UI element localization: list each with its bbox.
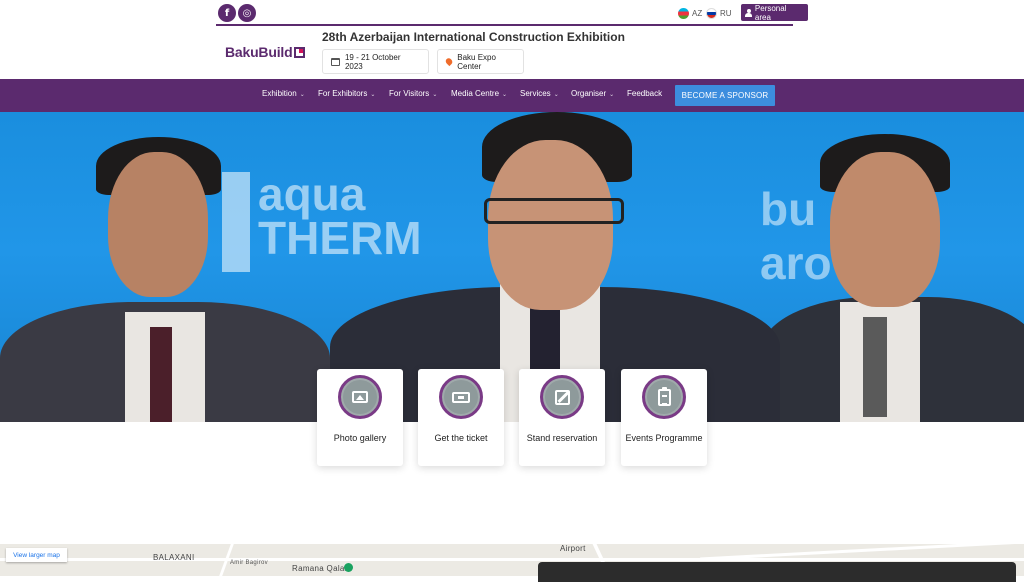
nav-item-exhibition[interactable]: Exhibition ⌄	[262, 79, 305, 112]
logo-text: BakuBuild	[225, 44, 293, 60]
personal-area-button[interactable]: Personal area	[741, 3, 808, 22]
language-az-label: AZ	[692, 9, 703, 18]
language-ru[interactable]: RU	[706, 8, 732, 19]
get-ticket-label: Get the ticket	[434, 433, 488, 443]
hero-background-text-line: aro	[760, 237, 832, 289]
calendar-icon	[331, 57, 340, 66]
logo-mark-icon	[294, 46, 306, 58]
become-sponsor-button[interactable]: BECOME A SPONSOR	[675, 85, 775, 106]
photo-icon	[352, 391, 368, 403]
chevron-down-icon: ⌄	[432, 92, 438, 98]
nav-item-label: Media Centre	[451, 89, 500, 98]
chevron-down-icon: ⌄	[299, 92, 305, 98]
stand-reservation-label: Stand reservation	[526, 433, 598, 443]
map-label-airport: Airport	[560, 544, 586, 553]
hero-background-text-line: THERM	[258, 212, 422, 264]
photo-gallery-icon-circle	[338, 375, 382, 419]
photo-gallery-card[interactable]: Photo gallery	[317, 369, 403, 466]
nav-item-services[interactable]: Services ⌄	[520, 79, 559, 112]
view-larger-map-link[interactable]: View larger map	[6, 548, 67, 562]
language-ru-label: RU	[720, 9, 732, 18]
russia-flag-icon	[706, 8, 717, 19]
nav-item-label: Organiser	[571, 89, 607, 98]
user-icon	[745, 8, 752, 17]
exhibition-date: 19 - 21 October 2023	[322, 49, 429, 74]
hero-background-bar	[222, 172, 250, 272]
hero-background-text-right: bu aro	[760, 182, 832, 290]
get-ticket-icon-circle	[439, 375, 483, 419]
exhibition-date-text: 19 - 21 October 2023	[344, 52, 401, 71]
facebook-icon[interactable]: f	[218, 4, 236, 22]
chevron-down-icon: ⌄	[553, 92, 559, 98]
stand-reservation-card[interactable]: Stand reservation	[519, 369, 605, 466]
site-logo[interactable]: BakuBuild	[225, 44, 306, 60]
exhibition-title: 28th Azerbaijan International Constructi…	[322, 30, 625, 44]
chevron-down-icon: ⌄	[370, 92, 376, 98]
ticket-icon	[452, 391, 470, 403]
top-bar: f ◎ AZ RU Personal area	[216, 2, 808, 24]
location-pin-icon	[444, 56, 454, 67]
stand-reservation-icon-circle	[540, 375, 584, 419]
exhibition-venue-text: Baku Expo Center	[457, 52, 496, 71]
language-az[interactable]: AZ	[678, 8, 702, 19]
nav-item-label: Feedback	[627, 89, 663, 98]
clipboard-icon	[657, 386, 671, 406]
map-overlay-panel	[538, 562, 1016, 582]
azerbaijan-flag-icon	[678, 8, 689, 19]
photo-gallery-label: Photo gallery	[333, 433, 387, 443]
map-label-ramana-qalasi: Ramana Qalası	[292, 564, 352, 573]
events-programme-icon-circle	[642, 375, 686, 419]
map-place-pin-icon[interactable]	[344, 563, 353, 572]
map-label-amir-bagirov: Amir Bagirov	[230, 560, 268, 566]
nav-item-label: Exhibition	[262, 89, 297, 98]
chevron-down-icon: ⌄	[609, 92, 615, 98]
nav-item-for-visitors[interactable]: For Visitors ⌄	[389, 79, 437, 112]
nav-item-feedback[interactable]: Feedback	[627, 79, 662, 112]
nav-item-label: For Visitors	[389, 89, 430, 98]
personal-area-label: Personal area	[754, 3, 787, 22]
nav-item-label: Services	[520, 89, 551, 98]
edit-icon	[554, 389, 570, 405]
exhibition-venue[interactable]: Baku Expo Center	[437, 49, 524, 74]
events-programme-label: Events Programme	[625, 433, 703, 443]
get-ticket-card[interactable]: Get the ticket	[418, 369, 504, 466]
instagram-icon[interactable]: ◎	[238, 4, 256, 22]
map-label-balaxani: BALAXANI	[153, 553, 195, 562]
hero-banner: aqua THERM bu aro	[0, 112, 1024, 422]
hero-background-text-line: bu	[760, 183, 817, 235]
nav-item-label: For Exhibitors	[318, 89, 368, 98]
main-navigation: Exhibition ⌄ For Exhibitors ⌄ For Visitors…	[0, 79, 1024, 112]
nav-item-for-exhibitors[interactable]: For Exhibitors ⌄	[318, 79, 375, 112]
nav-item-media-centre[interactable]: Media Centre ⌄	[451, 79, 507, 112]
events-programme-card[interactable]: Events Programme	[621, 369, 707, 466]
chevron-down-icon: ⌄	[502, 92, 508, 98]
header-divider	[216, 24, 793, 26]
nav-item-organiser[interactable]: Organiser ⌄	[571, 79, 614, 112]
hero-background-text: aqua THERM	[258, 168, 422, 264]
hero-background-text-line: aqua	[258, 168, 366, 220]
